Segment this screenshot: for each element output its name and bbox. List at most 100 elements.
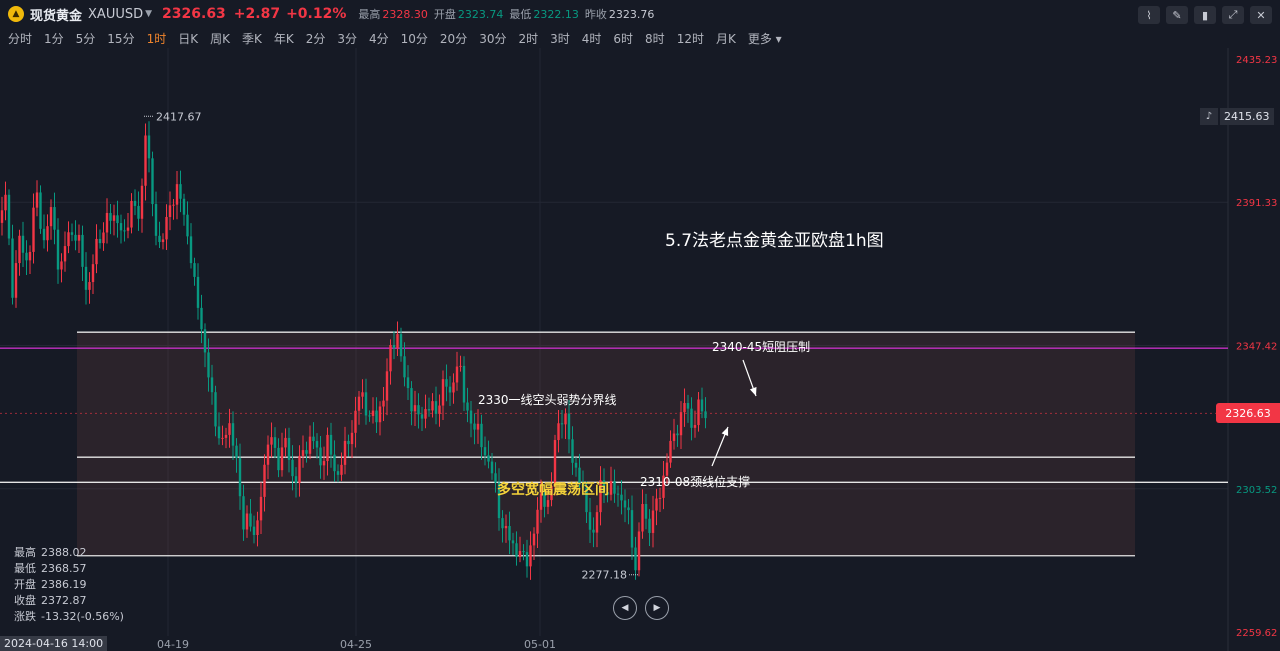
candle-24 bbox=[84, 252, 88, 305]
candle-body-96 bbox=[336, 471, 340, 475]
alert-price: 2415.63 bbox=[1220, 108, 1274, 125]
candle-body-75 bbox=[263, 464, 266, 497]
candle-body-45 bbox=[158, 235, 161, 243]
candle-19 bbox=[67, 221, 70, 254]
candle-body-194 bbox=[679, 412, 683, 436]
candle-body-121 bbox=[424, 409, 427, 419]
candle-body-193 bbox=[676, 433, 679, 436]
candle-51 bbox=[179, 170, 182, 213]
scroll-start-icon[interactable]: ◀ bbox=[613, 596, 637, 620]
interval-21[interactable]: 月K bbox=[716, 30, 736, 47]
candle-body-180 bbox=[630, 510, 634, 548]
candle-53 bbox=[186, 201, 189, 245]
interval-22[interactable]: 更多 ▾ bbox=[748, 30, 782, 47]
interval-8[interactable]: 年K bbox=[274, 30, 294, 47]
panel-low-label: 最低 bbox=[14, 562, 36, 575]
interval-11[interactable]: 4分 bbox=[369, 30, 389, 47]
candle-body-29 bbox=[102, 232, 105, 244]
candle-body-60 bbox=[210, 377, 214, 393]
open-label: 开盘 bbox=[433, 8, 456, 21]
candle-16 bbox=[56, 218, 60, 284]
candle-body-185 bbox=[648, 518, 651, 533]
candle-2 bbox=[7, 189, 11, 246]
interval-0[interactable]: 分时 bbox=[8, 30, 32, 47]
candle-31 bbox=[109, 204, 112, 235]
candlestick-chart[interactable]: 2435.23 2391.33 2347.42 2303.52 2259.62 04-1… bbox=[0, 48, 1280, 651]
candle-body-134 bbox=[469, 410, 473, 424]
candle-body-34 bbox=[119, 223, 123, 231]
candle-body-135 bbox=[473, 423, 476, 430]
interval-9[interactable]: 2分 bbox=[306, 30, 326, 47]
candle-6 bbox=[21, 221, 25, 268]
candle-body-130 bbox=[455, 366, 459, 383]
price-tick-0: 2435.23 bbox=[1236, 55, 1277, 66]
candle-body-147 bbox=[515, 543, 518, 557]
interval-5[interactable]: 日K bbox=[178, 30, 198, 47]
prev-close-value: 2323.76 bbox=[608, 7, 655, 21]
scroll-end-icon[interactable]: ▶ bbox=[645, 596, 669, 620]
interval-1[interactable]: 1分 bbox=[44, 30, 64, 47]
interval-16[interactable]: 3时 bbox=[550, 30, 570, 47]
interval-12[interactable]: 10分 bbox=[401, 30, 428, 47]
price-tick-3: 2303.52 bbox=[1236, 485, 1277, 496]
candle-52 bbox=[182, 193, 186, 226]
candle-body-18 bbox=[63, 246, 67, 262]
candle-body-51 bbox=[179, 184, 182, 199]
candle-41 bbox=[144, 123, 147, 201]
close-icon[interactable]: ✕ bbox=[1250, 6, 1272, 24]
candle-body-3 bbox=[11, 238, 14, 298]
interval-13[interactable]: 20分 bbox=[440, 30, 467, 47]
candle-body-146 bbox=[511, 540, 515, 544]
interval-2[interactable]: 5分 bbox=[76, 30, 96, 47]
interval-10[interactable]: 3分 bbox=[337, 30, 357, 47]
interval-6[interactable]: 周K bbox=[210, 30, 230, 47]
chevron-down-icon[interactable]: ▼ bbox=[145, 9, 152, 19]
candle-body-37 bbox=[130, 200, 133, 228]
candle-body-190 bbox=[665, 462, 669, 476]
candle-7 bbox=[25, 240, 28, 275]
candle-body-55 bbox=[193, 263, 196, 277]
candle-body-186 bbox=[651, 510, 655, 533]
fullscreen-icon[interactable]: ⤢ bbox=[1222, 6, 1244, 24]
candle-body-6 bbox=[21, 235, 25, 253]
time-tick-2: 05-01 bbox=[524, 638, 556, 651]
interval-20[interactable]: 12时 bbox=[677, 30, 704, 47]
candle-body-137 bbox=[480, 423, 483, 448]
symbol-name[interactable]: 现货黄金 bbox=[30, 5, 82, 24]
current-price-tag: 2326.63 bbox=[1216, 403, 1280, 423]
candle-body-118 bbox=[413, 405, 417, 412]
candle-body-40 bbox=[140, 185, 144, 219]
candle-body-44 bbox=[154, 204, 158, 236]
candle-body-33 bbox=[116, 215, 119, 224]
candle-body-62 bbox=[217, 426, 221, 439]
symbol-code[interactable]: XAUUSD bbox=[88, 7, 143, 22]
candle-body-178 bbox=[623, 500, 627, 508]
candle-body-87 bbox=[305, 450, 308, 454]
bell-icon[interactable]: ♪ bbox=[1200, 108, 1218, 125]
candle-body-177 bbox=[620, 494, 623, 501]
interval-4[interactable]: 1时 bbox=[147, 30, 167, 47]
interval-15[interactable]: 2时 bbox=[518, 30, 538, 47]
candle-48 bbox=[168, 191, 172, 231]
candle-body-74 bbox=[259, 496, 263, 521]
interval-19[interactable]: 8时 bbox=[645, 30, 665, 47]
interval-18[interactable]: 6时 bbox=[613, 30, 633, 47]
interval-14[interactable]: 30分 bbox=[479, 30, 506, 47]
candle-body-97 bbox=[340, 464, 343, 475]
interval-7[interactable]: 季K bbox=[242, 30, 262, 47]
time-tick-1: 04-25 bbox=[340, 638, 372, 651]
interval-3[interactable]: 15分 bbox=[107, 30, 134, 47]
candle-body-24 bbox=[84, 266, 88, 290]
candle-body-69 bbox=[242, 496, 245, 530]
candle-style-icon[interactable]: ▮ bbox=[1194, 6, 1216, 24]
price-alert[interactable]: ♪ 2415.63 bbox=[1200, 108, 1274, 125]
candle-body-133 bbox=[466, 402, 469, 411]
interval-bar: 分时 1分 5分 15分 1时 日K 周K 季K 年K 2分 3分 4分 10分 20分 30分 2时 3时 4时… bbox=[0, 28, 794, 48]
candle-body-8 bbox=[28, 251, 32, 261]
candle-body-68 bbox=[238, 458, 242, 497]
panel-close-value: 2372.87 bbox=[41, 594, 87, 607]
interval-17[interactable]: 4时 bbox=[582, 30, 602, 47]
indicator-icon[interactable]: ⌇ bbox=[1138, 6, 1160, 24]
draw-pencil-icon[interactable]: ✎ bbox=[1166, 6, 1188, 24]
low-mark-label: 2277.18 bbox=[582, 569, 628, 582]
